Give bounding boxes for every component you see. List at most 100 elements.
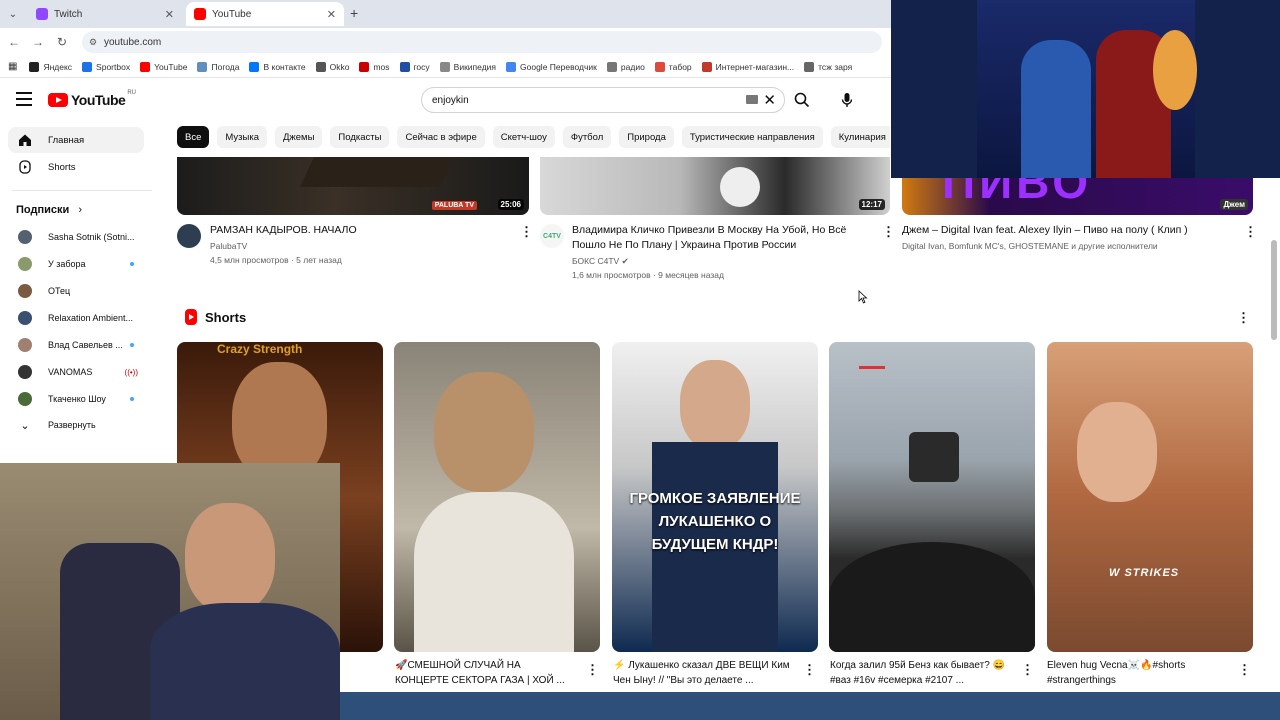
bookmark-item[interactable]: госу <box>399 61 430 72</box>
video-thumbnail[interactable]: PALUBA TV 25:06 <box>177 157 529 215</box>
channel-avatar[interactable] <box>177 224 201 248</box>
expand-subscriptions-button[interactable]: ⌄ Развернуть <box>8 412 144 438</box>
subscriptions-heading[interactable]: Подписки › <box>16 204 82 216</box>
clear-search-icon[interactable]: ✕ <box>763 91 776 109</box>
forward-arrow-icon[interactable]: → <box>30 34 46 50</box>
more-vert-icon[interactable]: ⋮ <box>882 224 895 240</box>
sidebar-item-home[interactable]: Главная <box>8 127 144 153</box>
search-input[interactable]: enjoykin ✕ <box>421 87 785 113</box>
chip-filter[interactable]: Музыка <box>217 126 267 148</box>
subscription-item[interactable]: VANOMAS ((•)) <box>8 359 144 385</box>
more-vert-icon[interactable]: ⋮ <box>520 224 533 240</box>
bookmark-item[interactable]: Sportbox <box>82 61 130 72</box>
more-vert-icon[interactable]: ⋮ <box>586 662 599 678</box>
thumbnail-caption: Crazy Strength <box>217 342 303 356</box>
video-title[interactable]: РАМЗАН КАДЫРОВ. НАЧАЛО <box>210 223 510 238</box>
bookmark-item[interactable]: тсж заря <box>804 61 852 72</box>
bookmark-item[interactable]: Погода <box>197 61 239 72</box>
logo-text: YouTube <box>71 92 126 108</box>
chip-filter[interactable]: Подкасты <box>330 126 390 148</box>
bookmark-item[interactable]: YouTube <box>140 61 188 72</box>
subscription-item[interactable]: У забора <box>8 251 144 277</box>
subscription-item[interactable]: ОТец <box>8 278 144 304</box>
chip-filter[interactable]: Туристические направления <box>681 126 823 148</box>
bookmark-item[interactable]: Google Переводчик <box>506 61 597 72</box>
bookmark-item[interactable]: Википедия <box>439 61 497 72</box>
back-arrow-icon[interactable]: ← <box>6 34 22 50</box>
sidebar-item-shorts[interactable]: Shorts <box>8 154 144 180</box>
url-field[interactable]: ⚙ youtube.com <box>82 31 882 53</box>
more-vert-icon[interactable]: ⋮ <box>1237 310 1250 326</box>
chip-filter[interactable]: Сейчас в эфире <box>397 126 485 148</box>
bookmark-label: Википедия <box>453 61 497 72</box>
chip-filter[interactable]: Футбол <box>562 126 612 148</box>
bookmark-item[interactable]: радио <box>606 61 645 72</box>
jam-badge: Джем <box>1220 199 1248 210</box>
person-figure <box>185 503 275 613</box>
bookmark-label: радио <box>620 61 645 72</box>
chip-filter[interactable]: Скетч-шоу <box>492 126 555 148</box>
short-title[interactable]: Когда залил 95й Бенз как бывает? 😄 #ваз … <box>830 658 1010 688</box>
stream-overlay-strip <box>340 692 1280 720</box>
search-button[interactable] <box>786 87 818 113</box>
short-thumbnail[interactable]: ГРОМКОЕ ЗАЯВЛЕНИЕ ЛУКАШЕНКО О БУДУЩЕМ КН… <box>612 342 818 652</box>
more-vert-icon[interactable]: ⋮ <box>1021 662 1034 678</box>
channel-avatar <box>18 311 32 325</box>
bookmark-item[interactable]: Интернет-магазин... <box>701 61 794 72</box>
video-title[interactable]: Владимира Кличко Привезли В Москву На Уб… <box>572 223 872 253</box>
reload-icon[interactable]: ↻ <box>54 34 70 50</box>
menu-icon[interactable] <box>16 92 32 106</box>
page-scrollbar[interactable] <box>1271 240 1277 340</box>
channel-avatar[interactable]: C4TV <box>540 224 564 248</box>
chip-filter[interactable]: Кулинария <box>830 126 890 148</box>
tab-list-chevron-icon[interactable]: ⌄ <box>4 5 22 23</box>
video-stats: 1,6 млн просмотров · 9 месяцев назад <box>572 270 724 280</box>
shorts-heading-label: Shorts <box>205 309 247 325</box>
subscription-name: Sasha Sotnik (Sotni... <box>48 232 135 242</box>
short-thumbnail[interactable] <box>829 342 1035 652</box>
apps-grid-icon[interactable]: ▦ <box>8 61 17 72</box>
channel-name[interactable]: Digital Ivan, Bomfunk MC's, GHOSTEMANE и… <box>902 239 1232 253</box>
tab-twitch[interactable]: Twitch ✕ <box>28 2 182 26</box>
plus-icon[interactable]: + <box>350 5 358 21</box>
channel-avatar <box>18 338 32 352</box>
live-broadcast-icon: ((•)) <box>124 367 138 377</box>
subscription-name: ОТец <box>48 286 71 296</box>
channel-name[interactable]: PalubaTV <box>210 239 247 253</box>
short-thumbnail[interactable]: W STRIKES <box>1047 342 1253 652</box>
channel-avatar <box>18 392 32 406</box>
more-vert-icon[interactable]: ⋮ <box>1244 224 1257 240</box>
subscription-item[interactable]: Sasha Sotnik (Sotni... <box>8 224 144 250</box>
youtube-logo[interactable]: YouTube RU <box>48 90 136 108</box>
video-thumbnail[interactable]: 12:17 <box>540 157 890 215</box>
bookmark-item[interactable]: Okko <box>315 61 349 72</box>
bookmark-item[interactable]: В контакте <box>249 61 306 72</box>
short-title[interactable]: ⚡ Лукашенко сказал ДВЕ ВЕЩИ Ким Чен Ыну!… <box>613 658 793 688</box>
more-vert-icon[interactable]: ⋮ <box>803 662 816 678</box>
bookmark-item[interactable]: табор <box>654 61 692 72</box>
tab-youtube[interactable]: YouTube ✕ <box>186 2 344 26</box>
video-title[interactable]: Джем – Digital Ivan feat. Alexey Ilyin –… <box>902 223 1232 238</box>
short-title[interactable]: 🚀СМЕШНОЙ СЛУЧАЙ НА КОНЦЕРТЕ СЕКТОРА ГАЗА… <box>395 658 575 688</box>
short-title[interactable]: Eleven hug Vecna☠️🔥#shorts #strangerthin… <box>1047 658 1227 688</box>
bookmark-favicon-icon <box>82 61 93 72</box>
keyboard-icon[interactable] <box>746 95 758 104</box>
chip-filter[interactable]: Все <box>177 126 210 148</box>
subscription-item[interactable]: Влад Савельев ... <box>8 332 144 358</box>
subscription-item[interactable]: Relaxation Ambient... <box>8 305 144 331</box>
channel-name[interactable]: БОКС C4TV <box>572 256 619 266</box>
close-tab-icon[interactable]: ✕ <box>165 8 174 21</box>
bookmark-item[interactable]: Яндекс <box>29 61 72 72</box>
close-tab-icon[interactable]: ✕ <box>327 8 336 21</box>
bookmark-item[interactable]: mos <box>359 61 390 72</box>
performer-figure <box>1153 30 1197 110</box>
site-info-icon[interactable]: ⚙ <box>89 37 97 48</box>
chip-filter[interactable]: Природа <box>619 126 674 148</box>
subscription-item[interactable]: Ткаченко Шоу <box>8 386 144 412</box>
chip-filter[interactable]: Джемы <box>274 126 323 148</box>
voice-search-button[interactable] <box>832 87 862 113</box>
more-vert-icon[interactable]: ⋮ <box>1238 662 1251 678</box>
bookmark-label: YouTube <box>154 61 188 72</box>
bookmark-favicon-icon <box>439 61 450 72</box>
short-thumbnail[interactable] <box>394 342 600 652</box>
